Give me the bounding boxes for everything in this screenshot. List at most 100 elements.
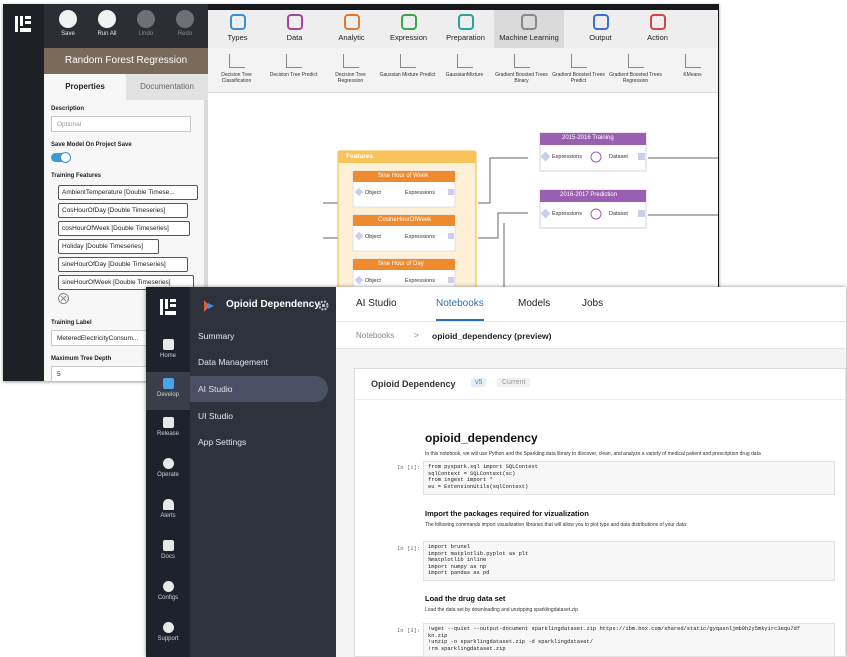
tab-ai-studio[interactable]: AI Studio — [356, 287, 397, 321]
section-text: Load the data set by downloading and unz… — [425, 607, 578, 613]
tab-properties[interactable]: Properties — [44, 74, 126, 100]
feature-chip[interactable]: Holiday [Double Timeseries] — [58, 239, 159, 254]
operator-label: KMeans — [683, 72, 702, 78]
operator-label: Decision Tree Regression — [335, 72, 366, 84]
left-rail — [3, 4, 44, 381]
training-node-title[interactable]: 2015-2016 Training — [562, 135, 614, 141]
code-cell[interactable]: !wget --quiet --output-document sparklin… — [423, 623, 835, 657]
category-expression[interactable]: Expression — [380, 10, 437, 48]
rail-label: Release — [156, 431, 179, 437]
category-machine-learning[interactable]: Machine Learning — [494, 10, 564, 48]
operator-item[interactable]: Decision Tree Predict — [265, 50, 322, 78]
category-analytic[interactable]: Analytic — [323, 10, 380, 48]
code-cell[interactable]: from pyspark.sql import SQLContext sqlCon… — [423, 461, 835, 495]
operator-item[interactable]: GaussianMixture — [436, 50, 493, 78]
operator-item[interactable]: Gradient Boosted Trees Binary — [493, 50, 550, 84]
category-output[interactable]: Output — [572, 10, 629, 48]
port-object: Object — [365, 234, 381, 240]
feature-chip[interactable]: cosHourOfWeek [Double Timeseries] — [58, 221, 190, 236]
brain-icon — [521, 14, 537, 30]
category-action[interactable]: Action — [629, 10, 686, 48]
cell-prompt: In [3]: — [397, 627, 421, 634]
tab-models[interactable]: Models — [518, 287, 550, 321]
save-button[interactable]: Save — [50, 10, 86, 37]
code-line: import pandas as pd — [428, 570, 490, 577]
operator-item[interactable]: Decision Tree Classification — [208, 50, 265, 84]
operator-label: Decision Tree Predict — [269, 72, 318, 78]
predict-icon — [285, 54, 302, 68]
category-types[interactable]: Types — [209, 10, 266, 48]
category-data[interactable]: Data — [266, 10, 323, 48]
code-line: import matplotlib.pyplot as plt — [428, 550, 529, 557]
gear-icon[interactable] — [318, 300, 329, 311]
rail-configs[interactable]: Configs — [146, 581, 190, 601]
database-icon — [286, 14, 303, 30]
feature-chip[interactable]: sineHourOfDay [Double Timeseries] — [58, 257, 188, 272]
operator-item[interactable]: Gaussian Mixture Predict — [379, 50, 436, 78]
redo-button[interactable]: Redo — [167, 10, 203, 37]
undo-icon — [137, 10, 155, 28]
description-label: Description — [51, 106, 85, 112]
save-icon — [59, 10, 77, 28]
panel-title: Random Forest Regression — [44, 48, 208, 74]
nav-summary[interactable]: Summary — [190, 323, 336, 349]
gear-icon — [162, 581, 174, 592]
chart-icon — [684, 54, 701, 68]
run-all-button[interactable]: Run All — [89, 10, 125, 37]
feature-chip[interactable]: AmbientTemperature [Double Timese... — [58, 185, 198, 200]
node-title[interactable]: Sine Hour of Week — [378, 173, 428, 179]
code-line: from pyspark.sql import SQLContext — [428, 464, 538, 470]
redo-label: Redo — [177, 31, 193, 37]
description-input[interactable]: Optional — [51, 116, 191, 132]
rail-docs[interactable]: Docs — [146, 540, 190, 560]
project-sidebar: Opioid Dependency Summary Data Managemen… — [190, 287, 336, 657]
category-bar: Types Data Analytic Expression Preparati… — [208, 10, 718, 48]
operator-label: Gradient Boosted Trees Regression — [609, 72, 662, 84]
breadcrumb-root[interactable]: Notebooks — [356, 331, 394, 340]
rail-release[interactable]: Release — [146, 417, 190, 437]
ml-operator-palette: Decision Tree Classification Decision Tr… — [208, 48, 718, 93]
node-title[interactable]: CosineHourOfWeek — [378, 217, 431, 223]
feature-chip[interactable]: CosHourOfDay [Double Timeseries] — [58, 203, 188, 218]
rail-alerts[interactable]: Alerts — [146, 499, 190, 519]
operator-item[interactable]: Gradient Boosted Trees Regression — [607, 50, 664, 84]
breadcrumb: Notebooks > opioid_dependency (preview) — [336, 322, 846, 349]
node-title[interactable]: Sine Hour of Day — [378, 261, 424, 267]
add-feature-icon[interactable] — [58, 293, 69, 304]
tab-notebooks[interactable]: Notebooks — [436, 287, 484, 321]
category-preparation[interactable]: Preparation — [437, 10, 494, 48]
nav-ai-studio[interactable]: AI Studio — [190, 376, 328, 402]
undo-button[interactable]: Undo — [128, 10, 164, 37]
project-icon — [204, 300, 214, 312]
nav-ui-studio[interactable]: UI Studio — [190, 403, 336, 429]
rail-home[interactable]: Home — [146, 335, 190, 367]
port-expressions: Expressions — [405, 234, 435, 240]
chart-icon — [627, 54, 644, 68]
category-label: Output — [589, 33, 612, 42]
rail-operate[interactable]: Operate — [146, 458, 190, 478]
operator-label: Gaussian Mixture Predict — [379, 72, 436, 78]
operator-item[interactable]: Gradient Boosted Trees Predict — [550, 50, 607, 84]
cell-prompt: In [1]: — [397, 464, 421, 471]
notebook-name: Opioid Dependency — [371, 379, 456, 389]
category-label: Machine Learning — [499, 33, 559, 42]
gauge-icon — [162, 458, 174, 469]
rail-label: Support — [157, 636, 179, 642]
redo-icon — [176, 10, 194, 28]
port-object: Object — [365, 278, 381, 284]
nav-data-management[interactable]: Data Management — [190, 349, 336, 375]
features-group-title[interactable]: Features — [346, 153, 373, 160]
nav-app-settings[interactable]: App Settings — [190, 429, 336, 455]
operator-item[interactable]: KMeans — [664, 50, 721, 78]
rail-develop[interactable]: Develop — [146, 372, 190, 410]
code-line: !wget --quiet --output-document sparklin… — [428, 626, 801, 632]
save-model-toggle[interactable] — [51, 152, 71, 163]
tab-jobs[interactable]: Jobs — [582, 287, 603, 321]
rail-label: Configs — [157, 595, 179, 601]
notebook-card: Opioid Dependency v5 Current opioid_depe… — [354, 368, 846, 657]
prediction-node-title[interactable]: 2016-2017 Prediction — [560, 192, 617, 198]
rail-support[interactable]: Support — [146, 622, 190, 642]
tab-documentation[interactable]: Documentation — [126, 74, 208, 100]
code-cell[interactable]: import brunel import matplotlib.pyplot as… — [423, 541, 835, 581]
operator-item[interactable]: Decision Tree Regression — [322, 50, 379, 84]
